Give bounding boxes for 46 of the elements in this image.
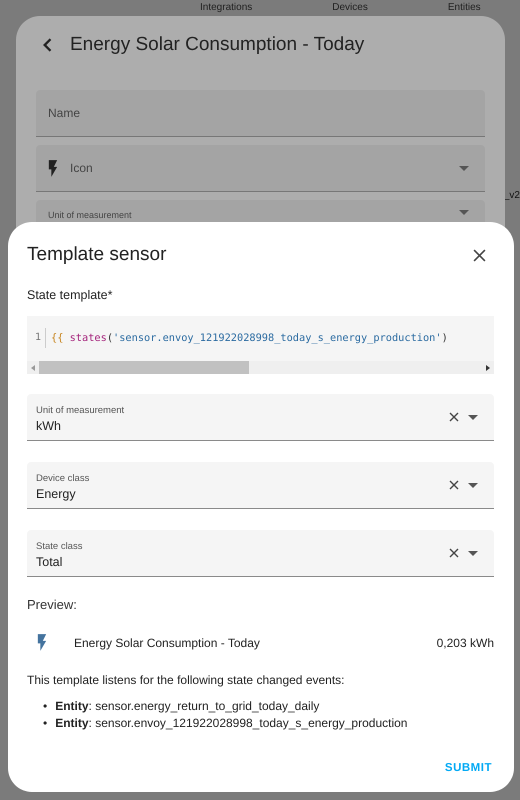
bullet: • [43, 715, 48, 732]
dropdown-caret-icon[interactable] [459, 166, 469, 170]
background-tab[interactable]: Integrations [200, 2, 252, 13]
select-field[interactable]: Unit of measurement kWh [27, 394, 494, 441]
field-label: State class [36, 541, 82, 552]
field-value: Energy [36, 487, 77, 501]
select-field[interactable]: State class Total [27, 530, 494, 577]
submit-button[interactable]: SUBMIT [442, 758, 494, 778]
field-value: kWh [36, 419, 62, 433]
description-text: This template listens for the following state changed events: [27, 673, 346, 687]
clear-icon[interactable] [449, 480, 459, 490]
line-number: 1 [27, 328, 46, 348]
field-label: Device class [36, 473, 90, 484]
entity-name: Energy Solar Consumption - Today [74, 636, 260, 650]
code-editor[interactable]: 1 {{ states('sensor.envoy_121922028998_today_s_energy_production') [27, 316, 494, 374]
dropdown-caret-icon[interactable] [459, 210, 469, 215]
field-label: Unit of measurement [36, 405, 124, 416]
select-field[interactable]: Device class Energy [27, 462, 494, 509]
scroll-right-icon[interactable] [486, 364, 490, 370]
background-text: _v2 [504, 190, 520, 201]
dropdown-caret-icon[interactable] [468, 482, 478, 488]
dialog-title: Template sensor [27, 244, 166, 266]
bullet: • [43, 698, 48, 715]
clear-icon[interactable] [449, 548, 459, 558]
back-icon[interactable] [42, 38, 52, 52]
lightning-icon [37, 634, 47, 651]
close-icon[interactable] [473, 248, 486, 262]
background-tab[interactable]: Entities [448, 2, 481, 13]
preview-heading: Preview: [27, 597, 78, 612]
entity-list-item: Entity: sensor.envoy_121922028998_today_s_energy_production [55, 715, 408, 732]
field-value: Total [36, 555, 64, 569]
entity-list-item: Entity: sensor.energy_return_to_grid_today_daily [55, 698, 320, 715]
dialog-title: Energy Solar Consumption - Today [70, 34, 364, 56]
field-label: Name [48, 106, 80, 120]
icon-picker-field[interactable]: Icon [36, 145, 485, 192]
horizontal-scrollbar[interactable] [27, 361, 494, 374]
text-field[interactable]: Name [36, 90, 485, 137]
dropdown-caret-icon[interactable] [468, 550, 478, 556]
field-label: State template* [27, 288, 114, 302]
clear-icon[interactable] [449, 412, 459, 422]
lightning-icon [48, 160, 58, 176]
field-label: Unit of measurement [48, 210, 132, 220]
entity-state: 0,203 kWh [436, 636, 494, 650]
code-line: {{ states('sensor.envoy_121922028998_today_s_energy_production') [50, 332, 448, 344]
background-tab[interactable]: Devices [332, 2, 368, 13]
field-label: Icon [70, 161, 93, 175]
